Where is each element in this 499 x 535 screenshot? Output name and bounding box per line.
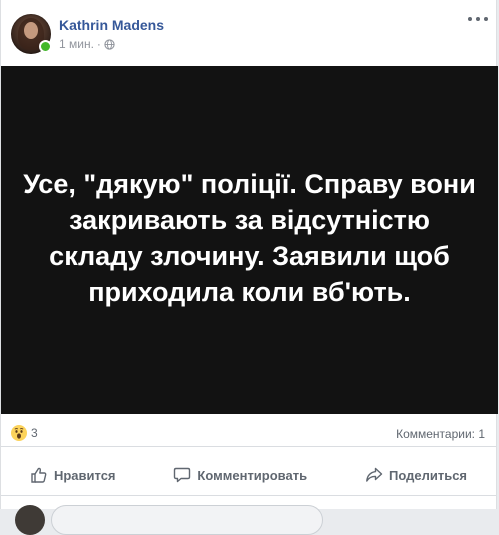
post-actions: Нравится Комментировать Поделиться [1, 459, 496, 491]
actions-divider [1, 495, 496, 496]
post-image[interactable]: Усе, "дякую" поліції. Справу вони закрив… [1, 66, 498, 414]
share-label: Поделиться [389, 467, 468, 483]
post-meta: 1 мин. · [59, 37, 115, 51]
like-button[interactable]: Нравится [30, 466, 116, 484]
author-avatar[interactable] [11, 14, 52, 54]
author-name[interactable]: Kathrin Madens [59, 17, 164, 33]
reaction-summary[interactable]: 3 [11, 425, 38, 441]
comments-count[interactable]: Комментарии: 1 [396, 427, 485, 441]
reaction-count: 3 [31, 426, 38, 440]
online-status-dot [39, 40, 52, 53]
post-time[interactable]: 1 мин. [59, 37, 94, 51]
post-header: Kathrin Madens 1 мин. · [1, 0, 496, 66]
like-label: Нравится [53, 467, 116, 483]
share-button[interactable]: Поделиться [365, 466, 467, 484]
more-options-icon[interactable] [468, 13, 488, 25]
globe-icon [104, 38, 115, 50]
viewer-avatar [15, 505, 45, 535]
post-image-text: Усе, "дякую" поліції. Справу вони закрив… [23, 169, 476, 307]
post-card: Kathrin Madens 1 мин. · Усе, "дякую" пол… [0, 0, 498, 535]
comment-icon [174, 467, 191, 483]
post-stats: 3 Комментарии: 1 [1, 418, 496, 447]
comment-label: Комментировать [197, 467, 308, 483]
comment-input[interactable] [51, 505, 323, 535]
meta-separator: · [96, 37, 101, 51]
comment-composer [1, 502, 496, 535]
wow-reaction-icon [11, 425, 27, 441]
like-icon [31, 467, 47, 483]
comment-button[interactable]: Комментировать [173, 466, 307, 484]
share-icon [366, 467, 383, 482]
